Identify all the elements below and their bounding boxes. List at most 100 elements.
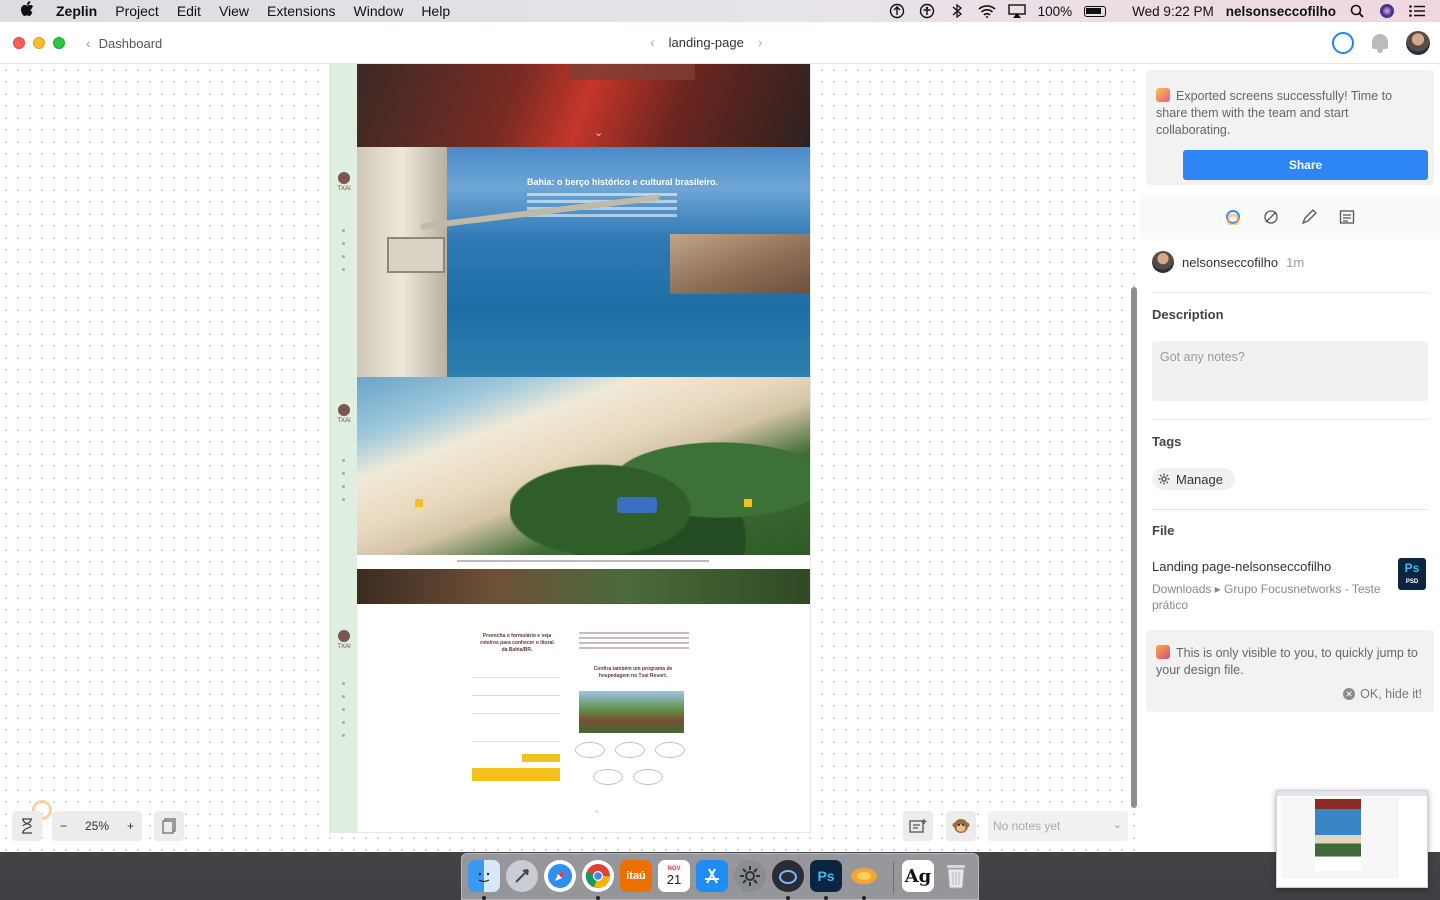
- spotlight-search-icon[interactable]: [1348, 4, 1366, 18]
- menubar: Zeplin Project Edit View Extensions Wind…: [0, 0, 1440, 22]
- share-button[interactable]: Share: [1183, 150, 1428, 180]
- manage-label: Manage: [1176, 471, 1223, 487]
- next-screen-icon[interactable]: ›: [758, 34, 763, 50]
- activity-ring-icon[interactable]: [1332, 32, 1354, 54]
- safari-icon[interactable]: [544, 860, 576, 892]
- export-success-message: Exported screens successfully! Time to s…: [1156, 88, 1393, 137]
- txai-logo: TXAI: [336, 172, 352, 192]
- author-avatar: [1152, 251, 1174, 273]
- app-store-icon[interactable]: [696, 860, 728, 892]
- close-circle-icon: ✕: [1343, 688, 1356, 700]
- canvas-scrollbar[interactable]: [1131, 287, 1137, 808]
- tab-comments-icon[interactable]: [1225, 209, 1241, 225]
- minimize-window-button[interactable]: [33, 37, 45, 49]
- system-preferences-gear-icon[interactable]: [734, 860, 766, 892]
- party-emoji-icon: [1156, 88, 1170, 102]
- bluetooth-icon[interactable]: [948, 3, 966, 19]
- landing-page-artboard[interactable]: TXAI TXAI TXAI ⌄ Bahia: o berço históric…: [330, 64, 810, 832]
- menu-help[interactable]: Help: [421, 3, 450, 19]
- dashboard-label: Dashboard: [98, 35, 163, 51]
- award-badge: [633, 769, 663, 785]
- menu-window[interactable]: Window: [354, 3, 404, 19]
- scroll-down-icon: ⌄: [594, 127, 604, 139]
- notes-filter-select[interactable]: No notes yet ⌄: [988, 811, 1128, 841]
- form-field-message: [472, 720, 560, 742]
- font-book-icon[interactable]: Ag: [902, 860, 934, 892]
- slider-arrow-right-icon: [744, 499, 752, 507]
- description-heading: Description: [1152, 307, 1224, 322]
- zoom-level[interactable]: 25%: [85, 819, 109, 833]
- beach-image: [357, 377, 810, 555]
- nav-dots: [342, 229, 345, 281]
- tab-design-icon[interactable]: [1301, 209, 1317, 225]
- calendar-icon[interactable]: NOV 21: [658, 860, 690, 892]
- menubar-clock[interactable]: Wed 9:22 PM: [1132, 4, 1214, 19]
- submit-button: [472, 768, 560, 781]
- author-name[interactable]: nelsonseccofilho: [1182, 255, 1278, 270]
- previous-screen-icon[interactable]: ‹: [650, 34, 655, 50]
- menu-extensions[interactable]: Extensions: [267, 3, 335, 19]
- chevron-down-icon: ⌄: [1112, 819, 1122, 831]
- description-input[interactable]: Got any notes?: [1152, 341, 1428, 401]
- elevador-lacerda-image: [357, 147, 447, 377]
- itau-icon[interactable]: itaú: [620, 860, 652, 892]
- tab-notes-icon[interactable]: [1339, 209, 1355, 225]
- screen-title: landing-page: [668, 34, 744, 50]
- hide-it-button[interactable]: ✕ OK, hide it!: [1343, 687, 1422, 701]
- launchpad-icon[interactable]: [506, 860, 538, 892]
- design-canvas[interactable]: TXAI TXAI TXAI ⌄ Bahia: o berço históric…: [0, 64, 1140, 852]
- accessibility-icon[interactable]: [918, 3, 936, 19]
- zeplin-icon[interactable]: [848, 860, 880, 892]
- export-success-card: Exported screens successfully! Time to s…: [1146, 70, 1434, 185]
- photoshop-icon[interactable]: Ps: [810, 860, 842, 892]
- screenshot-thumbnail[interactable]: [1276, 790, 1428, 888]
- manage-tags-button[interactable]: Manage: [1152, 468, 1235, 490]
- wifi-icon[interactable]: [978, 4, 996, 18]
- menubar-username[interactable]: nelsonseccofilho: [1226, 4, 1336, 19]
- user-avatar[interactable]: [1406, 31, 1430, 55]
- zoom-in-button[interactable]: +: [127, 819, 134, 833]
- battery-icon[interactable]: [1084, 5, 1107, 17]
- chevron-left-icon: ‹: [86, 35, 91, 51]
- menu-edit[interactable]: Edit: [177, 3, 201, 19]
- award-badge: [615, 742, 645, 758]
- resort-pool: [617, 497, 657, 513]
- thumbnail-panel: [1397, 797, 1425, 879]
- monkey-icon[interactable]: [946, 811, 976, 841]
- award-badge: [593, 769, 623, 785]
- file-heading: File: [1152, 523, 1175, 538]
- notification-center-icon[interactable]: [1408, 4, 1426, 18]
- fullscreen-window-button[interactable]: [53, 37, 65, 49]
- dashboard-back-link[interactable]: ‹ Dashboard: [86, 35, 162, 51]
- photoshop-file-icon[interactable]: Ps PSD: [1398, 558, 1426, 590]
- file-name[interactable]: Landing page-nelsonseccofilho: [1152, 559, 1331, 574]
- close-window-button[interactable]: [13, 37, 25, 49]
- add-note-icon[interactable]: [903, 811, 933, 841]
- menu-project[interactable]: Project: [115, 3, 159, 19]
- apple-menu-icon[interactable]: [20, 1, 38, 21]
- trash-icon[interactable]: [940, 860, 972, 892]
- dock-separator: [893, 862, 894, 894]
- screen-recorder-icon[interactable]: [772, 860, 804, 892]
- finder-icon[interactable]: [468, 860, 500, 892]
- app-menu[interactable]: Zeplin: [56, 3, 97, 19]
- form-field-phone: [472, 702, 560, 714]
- running-indicator: [596, 896, 600, 900]
- layers-icon[interactable]: [154, 811, 184, 841]
- hourglass-icon[interactable]: [12, 811, 42, 841]
- menu-view[interactable]: View: [219, 3, 249, 19]
- private-info-message: This is only visible to you, to quickly …: [1156, 645, 1418, 677]
- siri-icon[interactable]: [1378, 4, 1396, 18]
- zoom-out-button[interactable]: −: [60, 819, 67, 833]
- confira-heading: Confira também um programa de hospedagem…: [593, 666, 673, 679]
- notifications-bell-icon[interactable]: [1370, 32, 1390, 54]
- chrome-icon[interactable]: [582, 860, 614, 892]
- upload-status-icon[interactable]: [888, 3, 906, 19]
- airplay-icon[interactable]: [1007, 4, 1026, 18]
- tab-styleguide-icon[interactable]: [1263, 209, 1279, 225]
- forest-image: [357, 569, 810, 604]
- txai-logo: TXAI: [336, 630, 352, 650]
- notes-filter-value: No notes yet: [993, 819, 1061, 833]
- screen-navigator: ‹ landing-page ›: [650, 34, 763, 50]
- scroll-up-icon: ⌃: [593, 809, 601, 819]
